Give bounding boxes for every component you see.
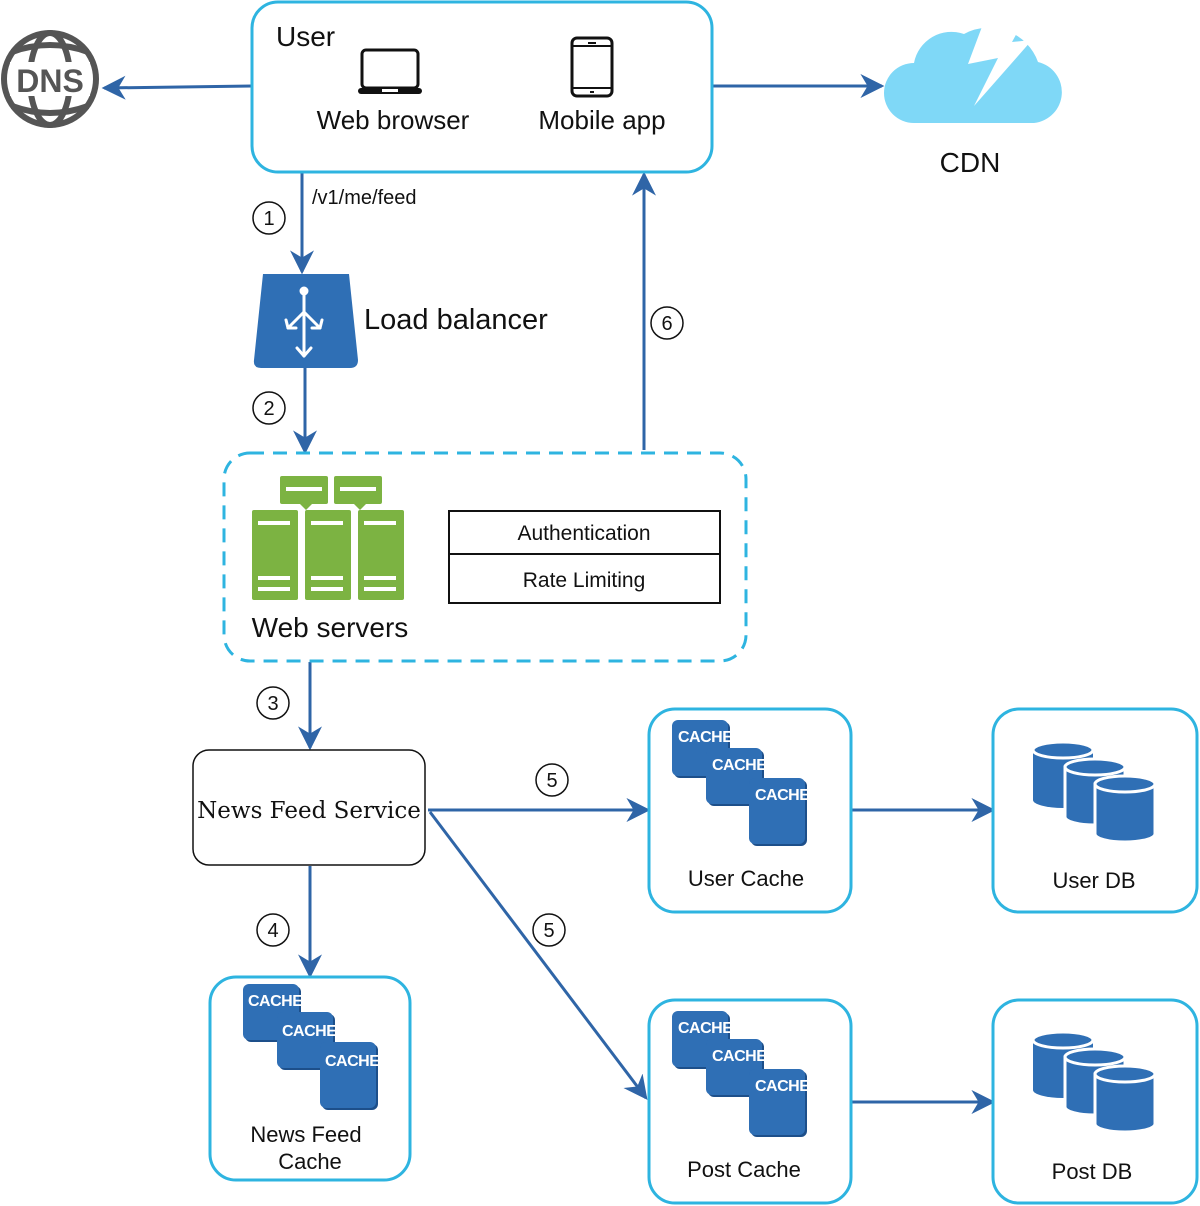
cdn-label: CDN — [940, 147, 1001, 178]
web-servers-node: Web servers Authentication Rate Limiting — [222, 451, 748, 663]
cache-word: CACHE — [712, 757, 767, 774]
user-label: User — [276, 21, 335, 52]
load-balancer-label: Load balancer — [364, 304, 548, 336]
cdn-node: CDN — [884, 16, 1062, 178]
cache-word: CACHE — [282, 1023, 337, 1040]
step-marker-5a: 5 — [535, 763, 569, 797]
web-browser-label: Web browser — [317, 105, 470, 135]
cache-word: CACHE — [678, 729, 733, 746]
dns-label: DNS — [16, 63, 84, 99]
mobile-app-label: Mobile app — [538, 105, 665, 135]
cdn-cloud-icon — [884, 16, 1062, 124]
news-feed-cache-label-line1: News Feed — [250, 1122, 361, 1147]
dns-node: DNS — [1, 30, 99, 128]
server-rack-icon — [252, 476, 404, 600]
cache-word: CACHE — [248, 993, 303, 1010]
user-db-node: User DB — [991, 707, 1199, 914]
user-db-label: User DB — [1052, 868, 1135, 893]
step-number: 4 — [267, 920, 278, 942]
step-marker-5b: 5 — [532, 913, 566, 947]
step-number: 5 — [543, 920, 554, 942]
step-number: 3 — [267, 693, 278, 715]
cache-word: CACHE — [755, 1078, 810, 1095]
step-number: 6 — [661, 313, 672, 335]
architecture-diagram: DNS User Web browser Mobile app CDN /v1/… — [1, 0, 1199, 1205]
step-marker-6: 6 — [650, 306, 684, 340]
step-marker-4: 4 — [256, 913, 290, 947]
cache-word: CACHE — [678, 1020, 733, 1037]
user-cache-node: CACHE CACHE CACHE User Cache — [647, 707, 853, 914]
cache-word: CACHE — [712, 1048, 767, 1065]
step-number: 5 — [546, 770, 557, 792]
web-servers-label: Web servers — [252, 612, 409, 643]
arrow-news-feed-service-to-post-cache — [428, 811, 648, 1100]
step-marker-2: 2 — [252, 391, 286, 425]
post-db-label: Post DB — [1052, 1159, 1133, 1184]
news-feed-cache-node: CACHE CACHE CACHE News Feed Cache — [208, 975, 412, 1182]
news-feed-service-node: News Feed Service — [192, 749, 426, 866]
module-authentication: Authentication — [517, 522, 650, 545]
web-server-modules-table: Authentication Rate Limiting — [448, 510, 721, 604]
load-balancer-node: Load balancer — [253, 274, 548, 368]
step-marker-1: 1 — [252, 201, 286, 235]
news-feed-service-label: News Feed Service — [197, 798, 421, 824]
step-number: 1 — [263, 208, 274, 230]
user-node: User Web browser Mobile app — [250, 0, 714, 174]
news-feed-cache-label-line2: Cache — [278, 1149, 342, 1174]
post-db-node: Post DB — [991, 998, 1199, 1205]
cache-word: CACHE — [325, 1053, 380, 1070]
step-marker-3: 3 — [256, 686, 290, 720]
endpoint-label: /v1/me/feed — [312, 187, 417, 209]
step-number: 2 — [263, 398, 274, 420]
post-cache-node: CACHE CACHE CACHE Post Cache — [647, 998, 853, 1205]
cache-word: CACHE — [755, 787, 810, 804]
load-balancer-icon — [253, 274, 358, 368]
module-rate-limiting: Rate Limiting — [523, 569, 646, 592]
arrow-user-to-dns — [101, 75, 253, 100]
post-cache-label: Post Cache — [687, 1157, 801, 1182]
user-cache-label: User Cache — [688, 866, 804, 891]
